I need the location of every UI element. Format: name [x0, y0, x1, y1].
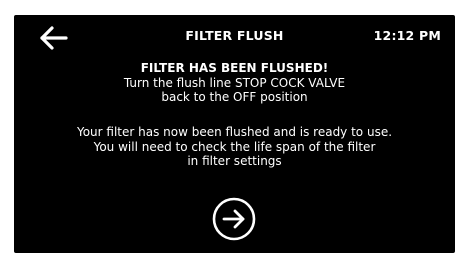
clock-time: 12:12 PM [373, 28, 441, 43]
flush-complete-message: FILTER HAS BEEN FLUSHED! Turn the flush … [14, 61, 455, 105]
instruction-line-2: back to the OFF position [161, 90, 308, 104]
instruction-line-1: Turn the flush line STOP COCK VALVE [123, 75, 346, 90]
device-screen: FILTER FLUSH 12:12 PM FILTER HAS BEEN FL… [14, 15, 455, 253]
next-button[interactable] [210, 195, 258, 243]
arrow-right-circle-icon [212, 197, 256, 241]
info-line-2: You will need to check the life span of … [93, 139, 376, 154]
headline-text: FILTER HAS BEEN FLUSHED! [140, 61, 329, 75]
info-line-1: Your filter has now been flushed and is … [76, 125, 393, 139]
filter-info-message: Your filter has now been flushed and is … [14, 125, 455, 169]
info-line-3: in filter settings [187, 154, 282, 168]
